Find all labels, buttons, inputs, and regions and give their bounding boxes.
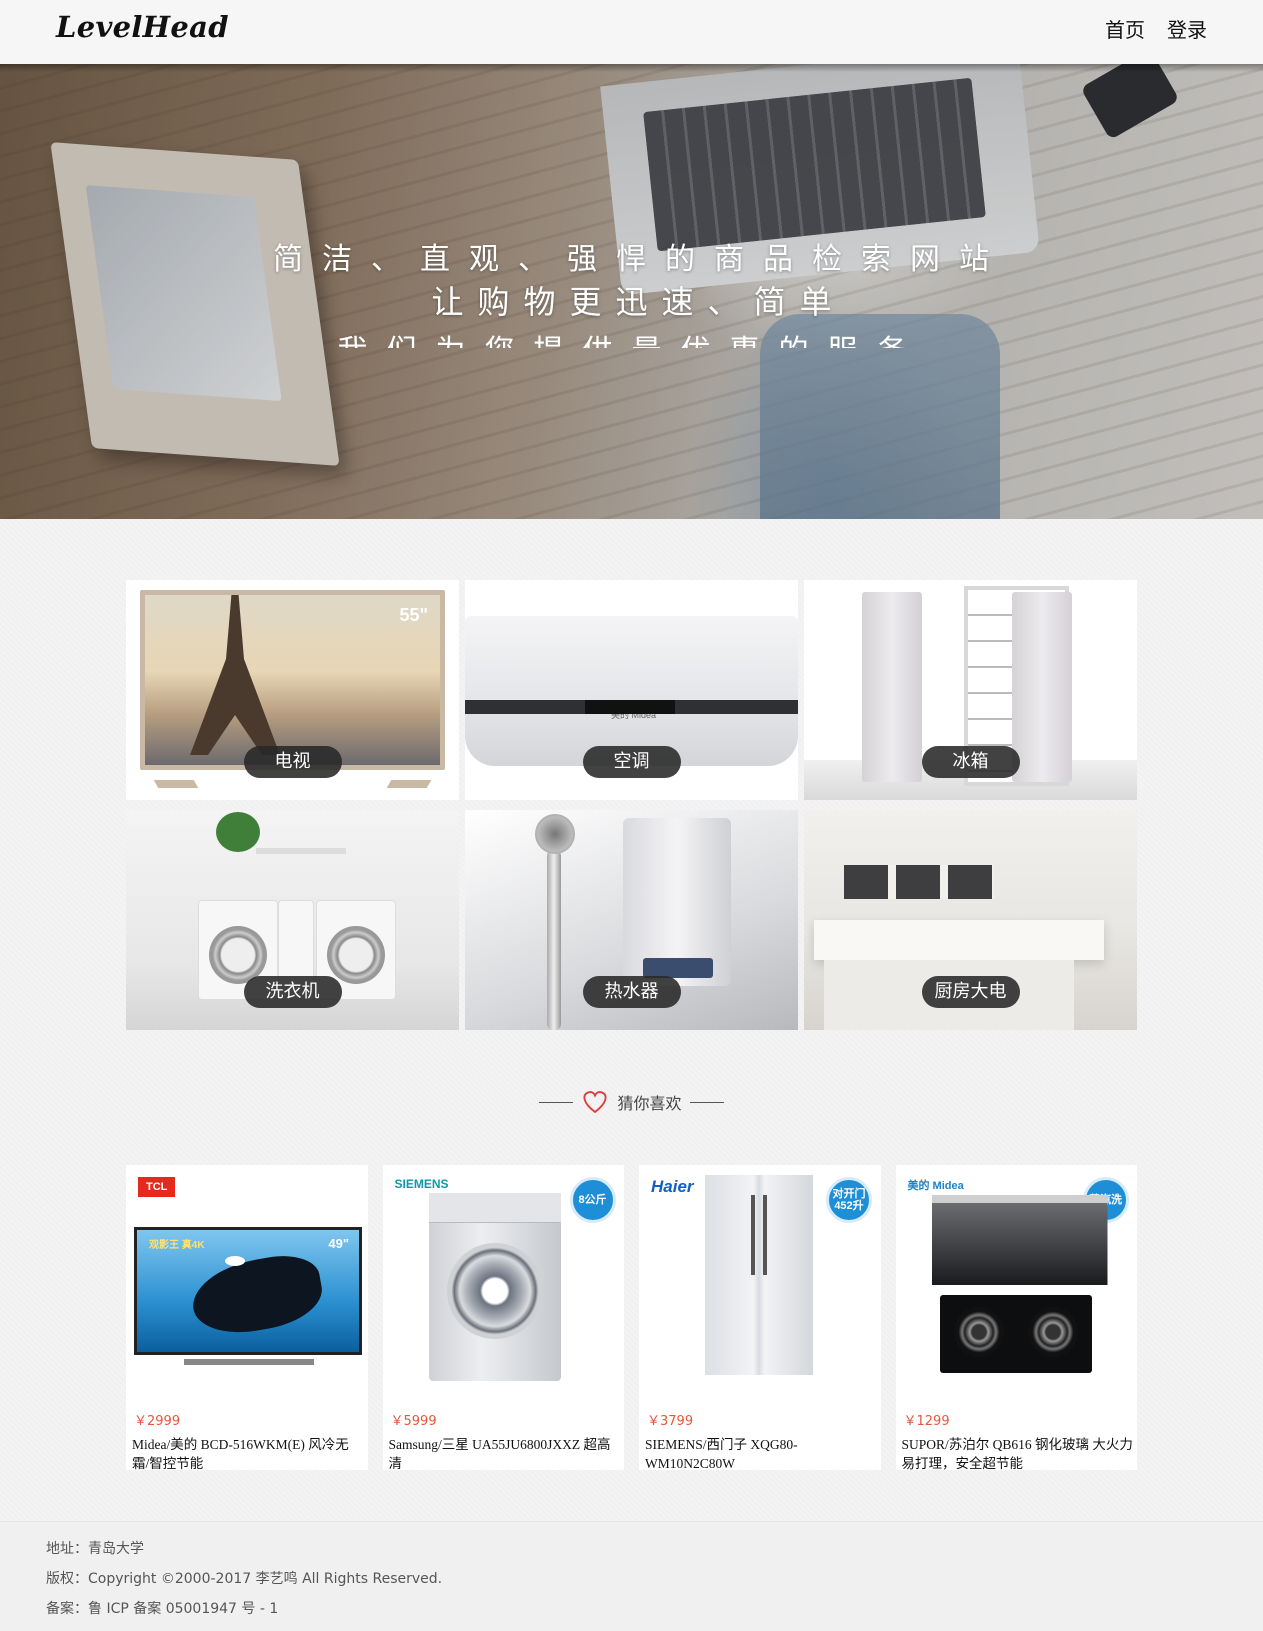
orca-icon	[186, 1249, 328, 1341]
product-price: ￥1299	[903, 1414, 950, 1429]
tv-size-label: 55"	[399, 605, 428, 625]
category-tile-ac[interactable]: 美的 Midea 空调	[465, 580, 798, 800]
category-label: 电视	[243, 746, 342, 778]
product-badge: 8公斤	[569, 1177, 616, 1223]
hero-tagline: 我们为您提供最优惠的服务	[0, 326, 1263, 348]
category-tile-washer[interactable]: 洗衣机	[126, 810, 459, 1030]
category-label: 空调	[582, 746, 681, 778]
product-price: ￥5999	[390, 1414, 437, 1429]
recommend-section-title: 猜你喜欢	[0, 1090, 1263, 1114]
product-name[interactable]: SUPOR/苏泊尔 QB616 钢化玻璃 大火力易打理，安全超节能	[902, 1435, 1134, 1471]
category-tile-tv[interactable]: 55" 电视	[126, 580, 459, 800]
main-nav: 首页 登录	[1105, 14, 1207, 43]
product-price: ￥3799	[647, 1414, 694, 1429]
tv-product-image: 观影王 真4K 49"	[134, 1227, 362, 1355]
nav-home-link[interactable]: 首页	[1105, 14, 1145, 43]
footer-address: 地址：青岛大学	[46, 1541, 144, 1557]
product-image: SIEMENS 8公斤	[383, 1165, 626, 1401]
product-list: TCL 观影王 真4K 49" ￥2999 Midea/美的 BCD-516WK…	[126, 1165, 1139, 1471]
product-card[interactable]: 美的 Midea 蒸汽洗 ￥1299 SUPOR/苏泊尔 QB616 钢化玻璃 …	[895, 1165, 1139, 1471]
site-header: LevelHead 首页 登录	[0, 0, 1263, 64]
hero-banner: 简洁、直观、强悍的商品检索网站 让购物更迅速、简单 我们为您提供最优惠的服务	[0, 64, 1263, 519]
site-footer: 地址：青岛大学 版权：Copyright ©2000-2017 李艺鸣 All …	[0, 1521, 1263, 1631]
category-label: 洗衣机	[243, 976, 342, 1008]
hero-headline: 简洁、直观、强悍的商品检索网站	[273, 242, 1008, 277]
category-tile-fridge[interactable]: 冰箱	[804, 580, 1137, 800]
fridge-product-image	[705, 1175, 813, 1375]
hero-subheadline: 让购物更迅速、简单	[431, 283, 846, 321]
plant-icon	[216, 812, 260, 852]
product-image: TCL 观影王 真4K 49"	[126, 1165, 369, 1401]
category-label: 厨房大电	[921, 976, 1020, 1008]
brand-logo: TCL	[138, 1177, 176, 1197]
site-logo[interactable]: LevelHead	[56, 10, 229, 44]
product-name[interactable]: SIEMENS/西门子 XQG80-WM10N2C80W	[645, 1435, 877, 1471]
product-card[interactable]: SIEMENS 8公斤 ￥5999 Samsung/三星 UA55JU6800J…	[382, 1165, 626, 1471]
kitchen-island-image	[814, 920, 1104, 960]
category-grid: 55" 电视 美的 Midea 空调 冰箱 洗衣机 热水器 厨房大电	[126, 580, 1137, 1030]
gas-stove-image	[939, 1295, 1092, 1373]
product-price: ￥2999	[134, 1414, 181, 1429]
tv-image: 55"	[140, 590, 445, 770]
tv-promo-text: 观影王 真4K	[149, 1240, 205, 1251]
oven-image	[844, 865, 994, 899]
product-name[interactable]: Samsung/三星 UA55JU6800JXXZ 超高清	[389, 1435, 621, 1471]
eiffel-tower-icon	[190, 595, 280, 755]
heart-icon	[584, 1091, 607, 1114]
footer-copyright: 版权：Copyright ©2000-2017 李艺鸣 All Rights R…	[46, 1571, 443, 1587]
product-badge: 对开门 452升	[826, 1177, 872, 1223]
category-label: 热水器	[582, 976, 681, 1008]
product-name[interactable]: Midea/美的 BCD-516WKM(E) 风冷无霜/智控节能	[132, 1435, 364, 1471]
product-image: 美的 Midea 蒸汽洗	[896, 1165, 1139, 1401]
burner-icon	[953, 1307, 1004, 1357]
product-card[interactable]: TCL 观影王 真4K 49" ￥2999 Midea/美的 BCD-516WK…	[126, 1165, 369, 1471]
air-conditioner-image: 美的 Midea	[465, 616, 798, 766]
range-hood-image	[931, 1203, 1108, 1285]
product-image: Haier 对开门 452升	[639, 1165, 882, 1401]
brand-logo: SIEMENS	[394, 1177, 449, 1191]
recommend-title-text: 猜你喜欢	[617, 1094, 682, 1113]
water-heater-image	[623, 818, 731, 986]
tv-size-label: 49"	[328, 1236, 349, 1251]
fridge-image	[862, 592, 922, 782]
category-label: 冰箱	[921, 746, 1020, 778]
burner-icon	[1027, 1307, 1078, 1357]
category-tile-water-heater[interactable]: 热水器	[465, 810, 798, 1030]
nav-login-link[interactable]: 登录	[1167, 14, 1207, 43]
category-tile-kitchen[interactable]: 厨房大电	[804, 810, 1137, 1030]
product-card[interactable]: Haier 对开门 452升 ￥3799 SIEMENS/西门子 XQG80-W…	[639, 1165, 882, 1471]
washer-product-image	[428, 1193, 561, 1381]
footer-icp: 备案：鲁 ICP 备案 05001947 号 - 1	[46, 1601, 279, 1617]
shower-head-icon	[535, 814, 575, 854]
brand-logo: 美的 Midea	[907, 1180, 964, 1192]
brand-logo: Haier	[651, 1177, 694, 1196]
